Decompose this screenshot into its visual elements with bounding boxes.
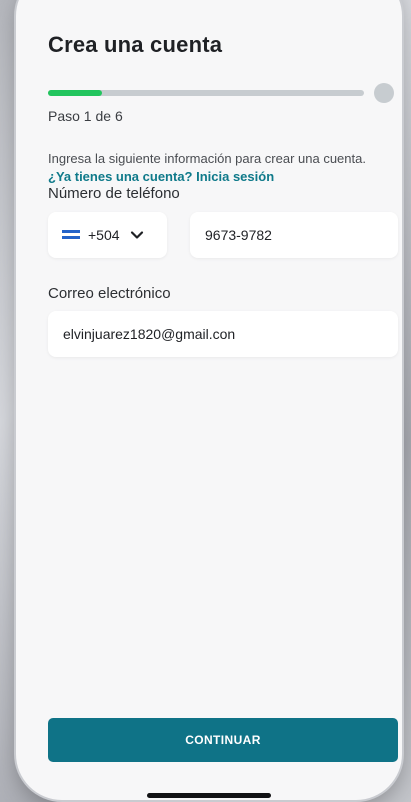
phone-frame: Crea una cuenta Paso 1 de 6 Ingresa la s… [16, 0, 402, 800]
email-label: Correo electrónico [48, 285, 171, 302]
progress-bar [48, 90, 364, 96]
country-code: +504 [88, 227, 120, 243]
progress-fill [48, 90, 102, 96]
phone-number-value: 9673-9782 [205, 227, 272, 243]
home-indicator[interactable] [147, 793, 271, 798]
phone-label: Número de teléfono [48, 185, 180, 202]
progress-end-dot [374, 83, 394, 103]
intro-text: Ingresa la siguiente información para cr… [48, 150, 378, 186]
chevron-down-icon [130, 231, 143, 239]
phone-number-input[interactable]: 9673-9782 [190, 212, 398, 258]
honduras-flag-icon [62, 229, 80, 241]
country-code-select[interactable]: +504 [48, 212, 167, 258]
email-value: elvinjuarez1820@gmail.con [63, 326, 236, 342]
continue-button[interactable]: CONTINUAR [48, 718, 398, 762]
step-label: Paso 1 de 6 [48, 108, 123, 124]
email-input[interactable]: elvinjuarez1820@gmail.con [48, 311, 398, 357]
signup-screen: Crea una cuenta Paso 1 de 6 Ingresa la s… [16, 0, 402, 800]
page-title: Crea una cuenta [48, 32, 223, 57]
login-link[interactable]: ¿Ya tienes una cuenta? Inicia sesión [48, 169, 274, 184]
intro-description: Ingresa la siguiente información para cr… [48, 151, 366, 166]
